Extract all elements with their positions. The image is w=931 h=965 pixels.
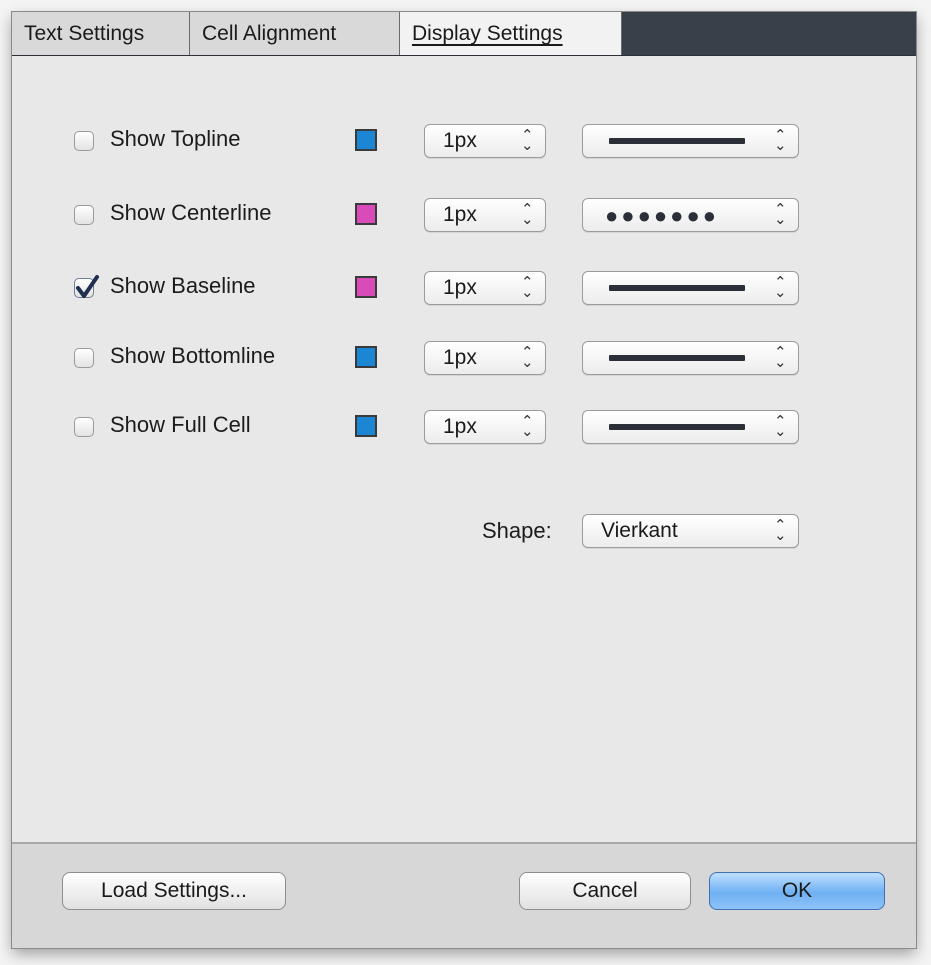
row-full-cell: Show Full Cell 1px ⌃ ⌄ ⌃ ⌄ [12, 408, 916, 448]
tab-display-settings[interactable]: Display Settings [400, 12, 622, 55]
bottomline-style-select[interactable]: ⌃ ⌄ [582, 341, 799, 375]
row-baseline: Show Baseline 1px ⌃ ⌄ ⌃ ⌄ [12, 269, 916, 309]
updown-chevron-icon: ⌃ ⌄ [521, 344, 534, 371]
shape-label: Shape: [482, 518, 552, 543]
row-bottomline: Show Bottomline 1px ⌃ ⌄ ⌃ ⌄ [12, 339, 916, 379]
topline-color-swatch[interactable] [355, 129, 377, 151]
centerline-style-select[interactable]: ●●●●●●● ⌃ ⌄ [582, 198, 799, 232]
bottomline-label: Show Bottomline [110, 343, 276, 368]
row-topline: Show Topline 1px ⌃ ⌄ ⌃ ⌄ [12, 122, 916, 162]
topline-checkbox[interactable] [74, 131, 94, 151]
updown-chevron-icon: ⌃ ⌄ [774, 274, 787, 301]
centerline-size-select[interactable]: 1px ⌃ ⌄ [424, 198, 546, 232]
solid-line-icon [609, 355, 745, 361]
baseline-color-swatch[interactable] [355, 276, 377, 298]
solid-line-icon [609, 138, 745, 144]
updown-chevron-icon: ⌃ ⌄ [521, 127, 534, 154]
updown-chevron-icon: ⌃ ⌄ [521, 274, 534, 301]
load-settings-button[interactable]: Load Settings... [62, 872, 286, 910]
topline-style-select[interactable]: ⌃ ⌄ [582, 124, 799, 158]
dotted-line-icon: ●●●●●●● [605, 203, 720, 228]
solid-line-icon [609, 424, 745, 430]
full-cell-size-select[interactable]: 1px ⌃ ⌄ [424, 410, 546, 444]
baseline-style-select[interactable]: ⌃ ⌄ [582, 271, 799, 305]
centerline-label: Show Centerline [110, 200, 272, 225]
settings-window: Text Settings Cell Alignment Display Set… [12, 12, 916, 948]
updown-chevron-icon: ⌃ ⌄ [774, 517, 787, 544]
centerline-color-swatch[interactable] [355, 203, 377, 225]
full-cell-color-swatch[interactable] [355, 415, 377, 437]
tab-bar: Text Settings Cell Alignment Display Set… [12, 12, 916, 56]
ok-button[interactable]: OK [709, 872, 885, 910]
updown-chevron-icon: ⌃ ⌄ [774, 127, 787, 154]
bottomline-checkbox[interactable] [74, 348, 94, 368]
row-centerline: Show Centerline 1px ⌃ ⌄ ●●●●●●● ⌃ ⌄ [12, 196, 916, 236]
full-cell-size-value: 1px [443, 415, 477, 438]
shape-select[interactable]: Vierkant ⌃ ⌄ [582, 514, 799, 548]
centerline-size-value: 1px [443, 203, 477, 226]
topline-size-select[interactable]: 1px ⌃ ⌄ [424, 124, 546, 158]
centerline-checkbox[interactable] [74, 205, 94, 225]
tab-cell-alignment[interactable]: Cell Alignment [190, 12, 400, 55]
full-cell-checkbox[interactable] [74, 417, 94, 437]
updown-chevron-icon: ⌃ ⌄ [774, 201, 787, 228]
topline-label: Show Topline [110, 126, 241, 151]
topline-size-value: 1px [443, 129, 477, 152]
checkmark-icon [76, 275, 99, 298]
updown-chevron-icon: ⌃ ⌄ [521, 201, 534, 228]
solid-line-icon [609, 285, 745, 291]
updown-chevron-icon: ⌃ ⌄ [774, 413, 787, 440]
updown-chevron-icon: ⌃ ⌄ [521, 413, 534, 440]
tab-text-settings[interactable]: Text Settings [12, 12, 190, 55]
baseline-size-value: 1px [443, 276, 477, 299]
bottomline-color-swatch[interactable] [355, 346, 377, 368]
updown-chevron-icon: ⌃ ⌄ [774, 344, 787, 371]
bottomline-size-value: 1px [443, 346, 477, 369]
dialog-footer: Load Settings... Cancel OK [12, 842, 916, 948]
cancel-button[interactable]: Cancel [519, 872, 691, 910]
baseline-checkbox[interactable] [74, 275, 99, 298]
full-cell-label: Show Full Cell [110, 412, 251, 437]
baseline-size-select[interactable]: 1px ⌃ ⌄ [424, 271, 546, 305]
display-settings-panel: Show Topline 1px ⌃ ⌄ ⌃ ⌄ Show Centerline 1… [12, 56, 916, 842]
baseline-label: Show Baseline [110, 273, 256, 298]
full-cell-style-select[interactable]: ⌃ ⌄ [582, 410, 799, 444]
bottomline-size-select[interactable]: 1px ⌃ ⌄ [424, 341, 546, 375]
shape-value: Vierkant [601, 519, 678, 542]
